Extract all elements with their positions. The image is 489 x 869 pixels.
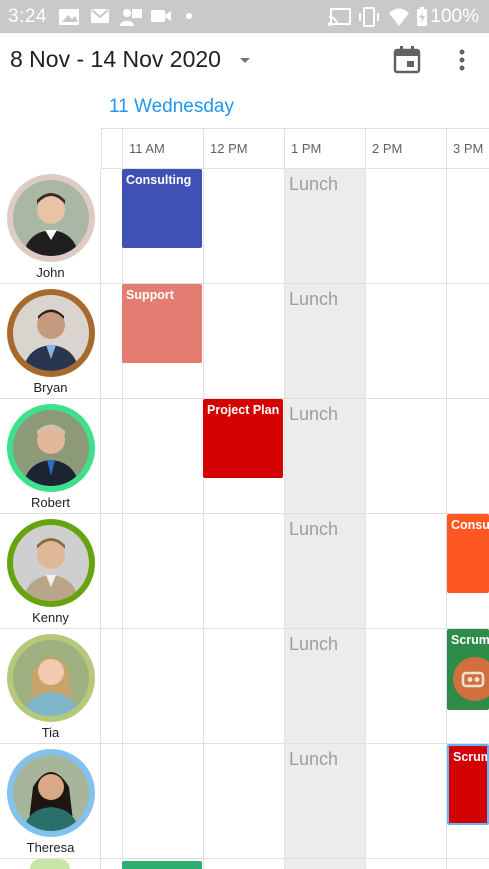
lunch-label[interactable]: Lunch <box>289 519 338 540</box>
avatar-ring <box>30 859 70 869</box>
person-avatar-icon <box>13 755 89 831</box>
grid-line <box>101 513 489 514</box>
lunch-label[interactable]: Lunch <box>289 174 338 195</box>
resource-robert[interactable]: Robert <box>0 399 101 514</box>
time-slot-label: 11 AM <box>129 141 165 156</box>
person-avatar-icon <box>13 295 89 371</box>
dropdown-caret-icon[interactable] <box>240 58 250 63</box>
gmail-icon <box>91 9 109 23</box>
time-slot-2pm: 2 PM <box>365 129 402 169</box>
lunch-label[interactable]: Lunch <box>289 404 338 425</box>
time-slot-label: 3 PM <box>453 141 484 156</box>
cast-icon <box>120 9 142 26</box>
person-avatar-icon <box>13 525 89 601</box>
avatar-ring <box>7 634 95 722</box>
person-avatar-icon <box>13 640 89 716</box>
appointment-scrum-theresa[interactable]: Scrum <box>447 744 489 825</box>
status-bar: 3:24 100% <box>0 0 489 33</box>
appointment-consulting[interactable]: Consulting <box>122 169 202 248</box>
avatar <box>13 180 89 256</box>
avatar-ring <box>7 289 95 377</box>
time-slot-label: 12 PM <box>210 141 248 156</box>
dot-icon <box>186 13 192 19</box>
cast-connected-icon <box>328 8 351 26</box>
avatar-ring <box>7 174 95 262</box>
date-range-title[interactable]: 8 Nov - 14 Nov 2020 <box>10 46 221 73</box>
photo-icon <box>59 9 79 25</box>
lunch-label[interactable]: Lunch <box>289 634 338 655</box>
resource-name: John <box>36 265 65 280</box>
resource-john[interactable]: John <box>0 169 101 284</box>
avatar <box>13 755 89 831</box>
grid-line <box>101 858 489 859</box>
resource-name: Robert <box>30 495 71 510</box>
lunch-label[interactable]: Lunch <box>289 749 338 770</box>
resource-theresa[interactable]: Theresa <box>0 744 101 859</box>
app-bar: 8 Nov - 14 Nov 2020 <box>0 33 489 89</box>
time-slot-11am: 11 AM <box>122 129 165 169</box>
resource-next <box>0 859 101 869</box>
time-slot-label: 2 PM <box>372 141 403 156</box>
person-avatar-icon <box>13 410 89 486</box>
video-icon <box>151 10 171 22</box>
resource-tia[interactable]: Tia <box>0 629 101 744</box>
resource-kenny[interactable]: Kenny <box>0 514 101 629</box>
video-call-icon <box>453 657 489 701</box>
day-header[interactable]: 11 Wednesday <box>109 96 234 118</box>
resource-name: Bryan <box>33 380 68 395</box>
appointment-support[interactable]: Support <box>122 284 202 363</box>
appointment-partial[interactable] <box>122 861 202 869</box>
schedule-grid: Lunch Lunch Lunch Lunch Lunch Lunch Cons… <box>101 169 489 869</box>
resource-name: Theresa <box>26 840 75 855</box>
appointment-label: Scrum <box>451 633 489 647</box>
avatar <box>13 525 89 601</box>
appointment-project-plan[interactable]: Project Plan <box>203 399 283 478</box>
resource-name: Tia <box>41 725 60 740</box>
resource-name: Kenny <box>32 610 69 625</box>
appointment-scrum-tia[interactable]: Scrum <box>447 629 489 710</box>
time-slot-12pm: 12 PM <box>203 129 248 169</box>
appointment-consulting-kenny[interactable]: Consu <box>447 514 489 593</box>
time-header: 11 AM 12 PM 1 PM 2 PM 3 PM <box>101 128 489 169</box>
calendar-icon[interactable] <box>392 45 422 75</box>
grid-line <box>284 169 285 869</box>
person-avatar-icon <box>13 180 89 256</box>
grid-line <box>101 628 489 629</box>
resource-column: John Bryan Robert Kenny Tia Theresa <box>0 169 101 869</box>
avatar <box>13 295 89 371</box>
time-slot-3pm: 3 PM <box>446 129 483 169</box>
vibrate-icon <box>359 7 379 27</box>
resource-bryan[interactable]: Bryan <box>0 284 101 399</box>
time-slot-1pm: 1 PM <box>284 129 321 169</box>
status-time: 3:24 <box>8 6 47 27</box>
battery-charging-icon <box>417 7 427 26</box>
avatar <box>13 410 89 486</box>
grid-line <box>122 169 123 869</box>
grid-line <box>101 743 489 744</box>
avatar <box>13 640 89 716</box>
grid-line <box>203 169 204 869</box>
avatar-ring <box>7 404 95 492</box>
grid-line <box>365 169 366 869</box>
avatar-ring <box>7 519 95 607</box>
grid-line <box>101 398 489 399</box>
avatar-ring <box>7 749 95 837</box>
wifi-icon <box>389 8 409 26</box>
battery-percent: 100% <box>430 6 479 27</box>
lunch-label[interactable]: Lunch <box>289 289 338 310</box>
time-header-divider <box>101 129 102 169</box>
time-slot-label: 1 PM <box>291 141 322 156</box>
more-vert-icon[interactable] <box>450 45 474 75</box>
